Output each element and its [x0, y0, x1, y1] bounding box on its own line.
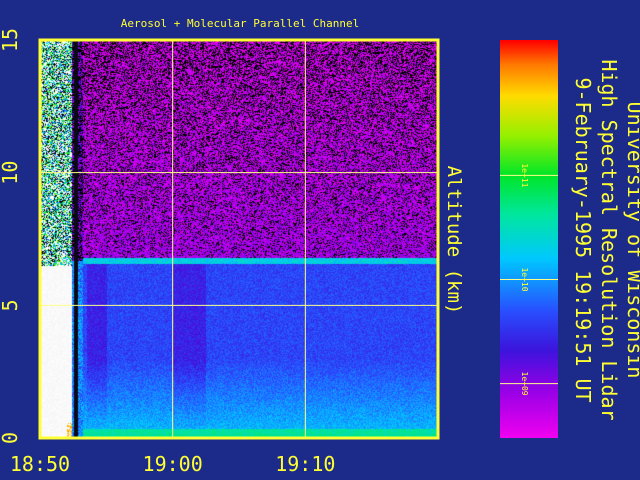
- colorbar-tick-label: 1e+09: [520, 372, 529, 396]
- y-tick-label: 15: [0, 28, 22, 52]
- side-title-line: 9-February-1995 19:19:51 UT: [571, 77, 595, 402]
- heatmap-area: [40, 40, 438, 438]
- x-axis-ticks: 18:50 19:00 19:10: [10, 452, 336, 476]
- lidar-figure: Aerosol + Molecular Parallel Channel 0 5 1…: [0, 17, 640, 476]
- side-title-line: University of Wisconsin: [623, 102, 640, 379]
- x-tick-label: 19:10: [275, 452, 335, 476]
- y-tick-label: 0: [0, 432, 22, 444]
- side-title: University of WisconsinHigh Spectral Res…: [571, 59, 640, 420]
- x-tick-label: 19:00: [143, 452, 203, 476]
- x-tick-label: 18:50: [10, 452, 70, 476]
- chart-title: Aerosol + Molecular Parallel Channel: [121, 17, 359, 30]
- side-title-line: High Spectral Resolution Lidar: [597, 59, 621, 420]
- colorbar-tick-label: 1e+10: [520, 267, 529, 291]
- y-axis-label: Altitude (km): [443, 166, 465, 315]
- colorbar-tick-label: 1e+11: [520, 163, 529, 187]
- y-axis-ticks: 0 5 10 15: [0, 28, 22, 444]
- y-tick-label: 5: [0, 299, 22, 311]
- y-tick-label: 10: [0, 161, 22, 185]
